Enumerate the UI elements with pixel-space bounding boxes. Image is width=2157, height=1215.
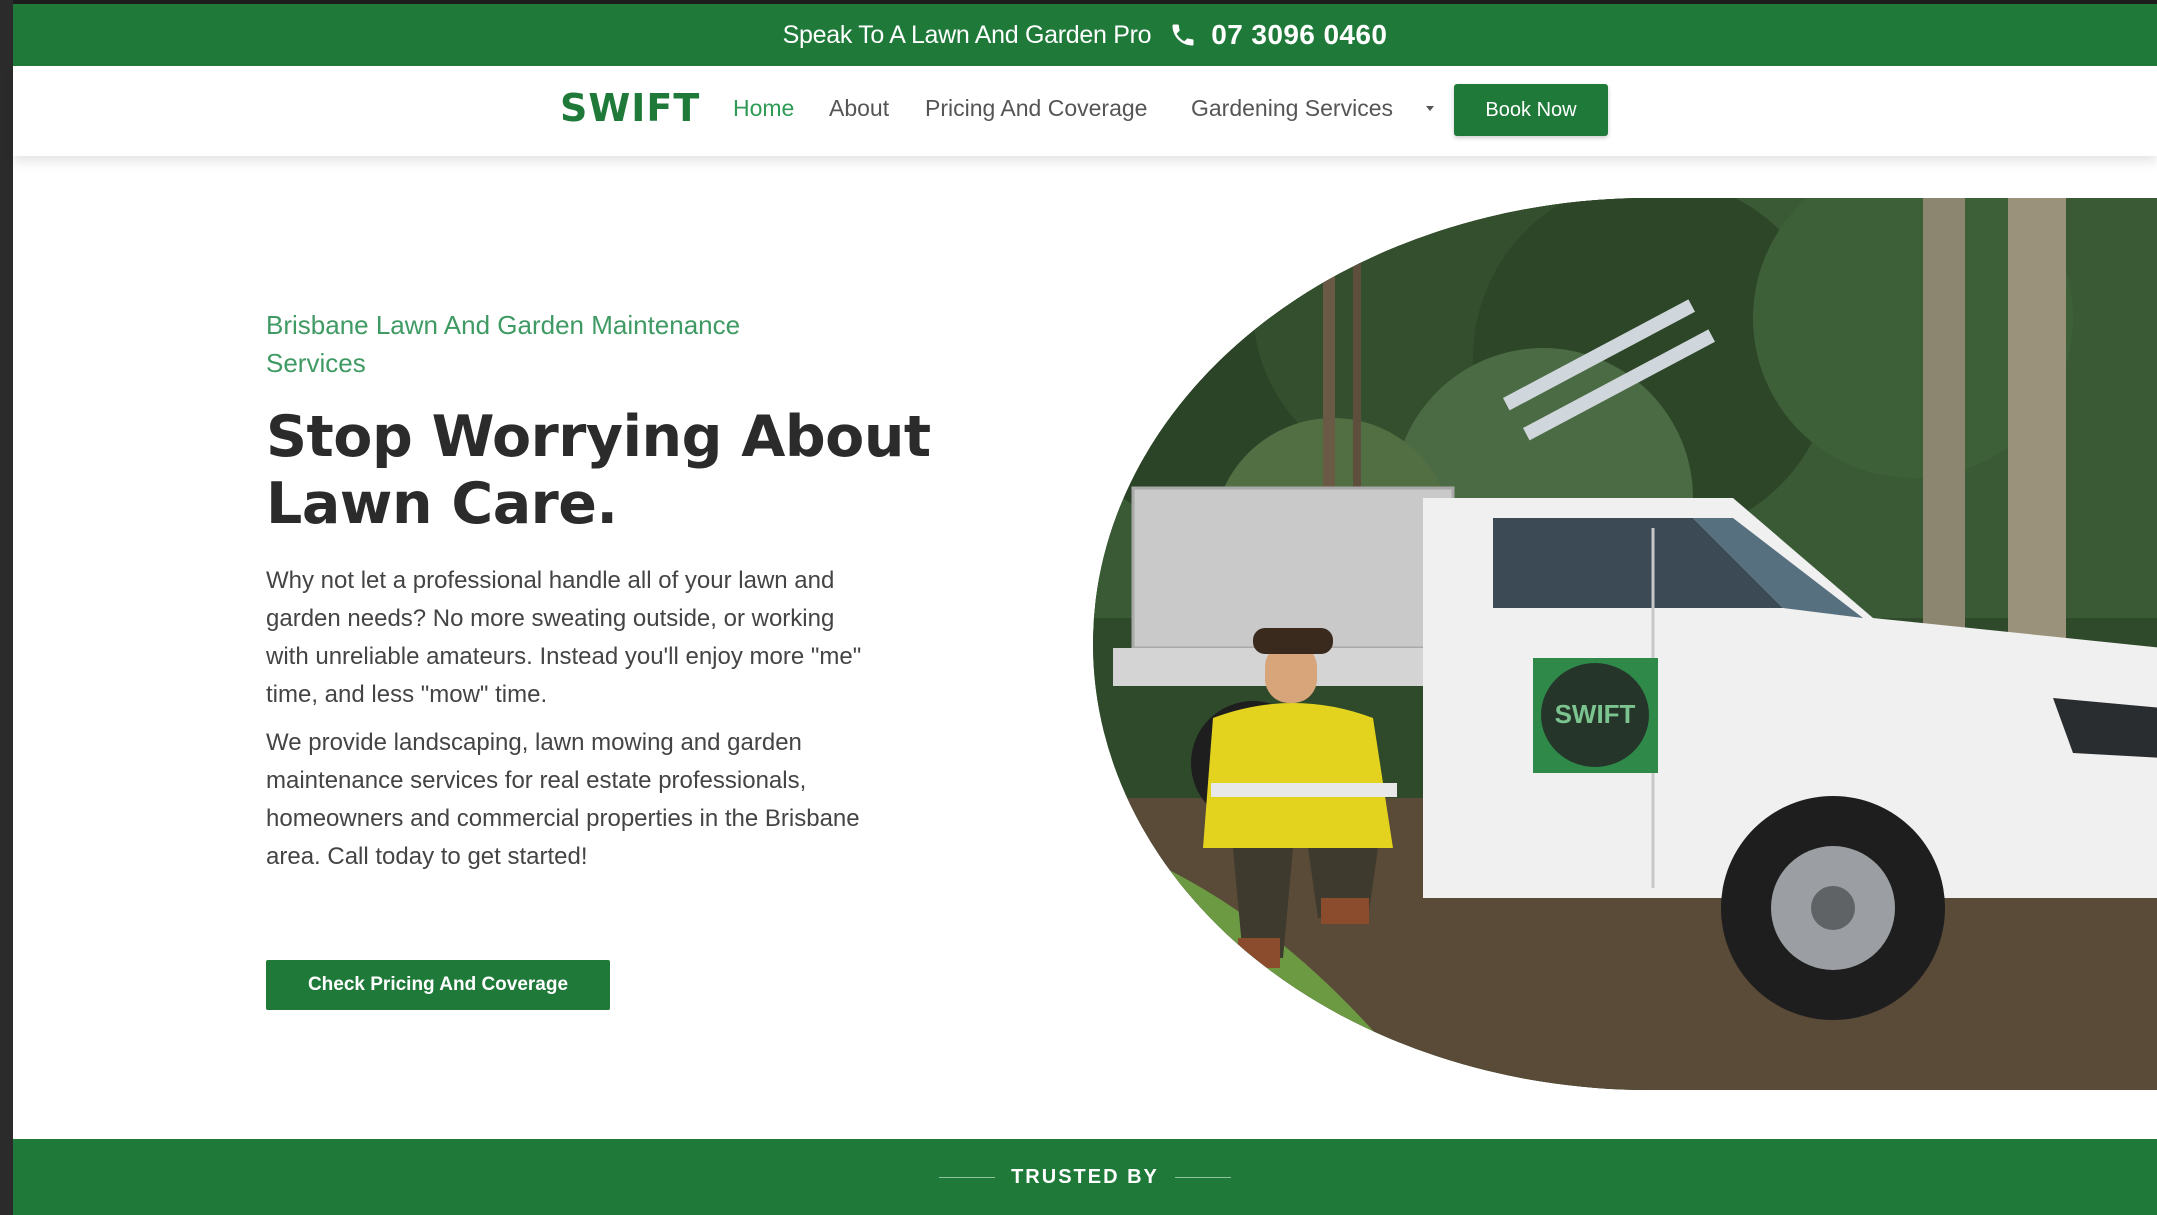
swift-logo[interactable]: SWIFT [560, 86, 700, 132]
nav-item-pricing-and-coverage[interactable]: Pricing And Coverage [925, 95, 1147, 122]
book-now-button[interactable]: Book Now [1454, 84, 1608, 136]
window-frame-left [0, 0, 13, 1215]
hero-section: Brisbane Lawn And Garden Maintenance Ser… [13, 156, 2157, 1139]
hero-photo-truck: SWIFT [1093, 198, 2157, 1090]
contact-lead-text: Speak To A Lawn And Garden Pro [782, 20, 1152, 49]
trusted-by-bar: TRUSTED BY [13, 1139, 2157, 1215]
hero-paragraph-1: Why not let a professional handle all of… [266, 567, 862, 708]
main-navigation: SWIFT Home About Pricing And Coverage Ga… [13, 66, 2157, 156]
divider-left [939, 1176, 996, 1178]
nav-item-gardening-services[interactable]: Gardening Services [1191, 95, 1393, 122]
trusted-by-label: TRUSTED BY [1011, 1165, 1159, 1188]
nav-item-about[interactable]: About [829, 95, 889, 122]
divider-right [1174, 1176, 1231, 1178]
chevron-down-icon[interactable] [1426, 106, 1434, 111]
hero-headline: Stop Worrying About Lawn Care. [266, 404, 931, 537]
phone-number-link[interactable]: 07 3096 0460 [1211, 19, 1387, 51]
check-pricing-button[interactable]: Check Pricing And Coverage [266, 960, 610, 1010]
phone-icon [1169, 21, 1197, 49]
hero-eyebrow: Brisbane Lawn And Garden Maintenance Ser… [266, 310, 741, 378]
top-contact-bar: Speak To A Lawn And Garden Pro 07 3096 0… [13, 4, 2157, 66]
hero-paragraph-2: We provide landscaping, lawn mowing and … [266, 729, 860, 870]
nav-item-home[interactable]: Home [733, 95, 794, 122]
truck-door-logo-text: SWIFT [1555, 699, 1636, 729]
